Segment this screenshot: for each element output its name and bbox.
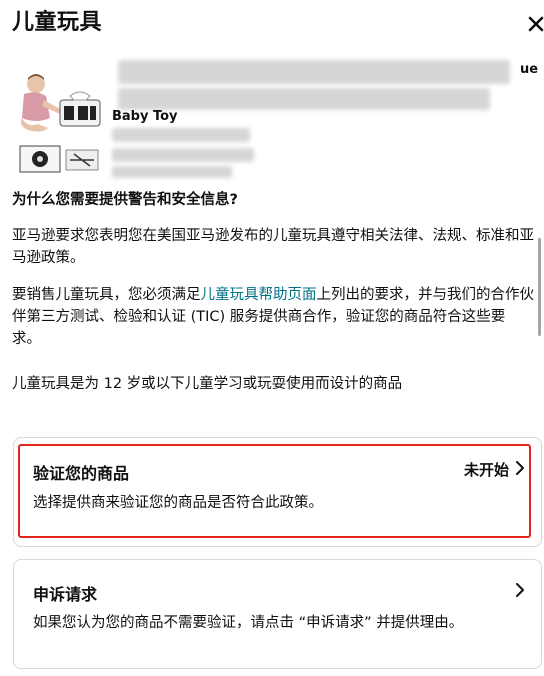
modal-title: 儿童玩具 — [12, 10, 103, 35]
modal-header: 儿童玩具 — [0, 0, 544, 46]
section-heading: 为什么您需要提供警告和安全信息? — [12, 192, 238, 208]
paragraph-requirements: 要销售儿童玩具，您必须满足儿童玩具帮助页面上列出的要求，并与我们的合作伙伴第三方… — [12, 284, 534, 350]
redacted-title-line1 — [118, 60, 510, 84]
product-title-fragment: ue — [520, 62, 539, 77]
redacted-detail-line1 — [112, 128, 250, 142]
card-description: 选择提供商来验证您的商品是否符合此政策。 — [33, 495, 323, 511]
paragraph-text: 要销售儿童玩具，您必须满足 — [12, 287, 201, 303]
close-icon[interactable] — [526, 14, 544, 34]
card-description: 如果您认为您的商品不需要验证，请点击 “申诉请求” 并提供理由。 — [33, 615, 464, 631]
card-title: 验证您的商品 — [33, 464, 130, 483]
card-title: 申诉请求 — [33, 585, 98, 604]
status-badge: 未开始 — [463, 461, 509, 479]
product-thumbnail — [14, 70, 104, 178]
product-summary: ue Baby Toy — [0, 52, 544, 182]
verify-product-card[interactable]: 验证您的商品 未开始 选择提供商来验证您的商品是否符合此政策。 — [13, 437, 542, 547]
chevron-right-icon[interactable] — [513, 460, 527, 476]
redacted-detail-line3 — [112, 166, 232, 178]
chevron-right-icon[interactable] — [513, 582, 527, 598]
product-name: Baby Toy — [112, 109, 178, 124]
paragraph-definition: 儿童玩具是为 12 岁或以下儿童学习或玩耍使用而设计的商品 — [12, 376, 403, 392]
redacted-title-line2 — [118, 88, 490, 110]
scrollbar-thumb[interactable] — [538, 238, 541, 336]
toy-help-page-link[interactable]: 儿童玩具帮助页面 — [201, 287, 317, 303]
paragraph-policy: 亚马逊要求您表明您在美国亚马逊发布的儿童玩具遵守相关法律、法规、标准和亚马逊政策… — [12, 228, 534, 266]
appeal-request-card[interactable]: 申诉请求 如果您认为您的商品不需要验证，请点击 “申诉请求” 并提供理由。 — [13, 559, 542, 669]
redacted-detail-line2 — [112, 148, 254, 162]
info-section: 为什么您需要提供警告和安全信息? 亚马逊要求您表明您在美国亚马逊发布的儿童玩具遵… — [12, 188, 534, 395]
